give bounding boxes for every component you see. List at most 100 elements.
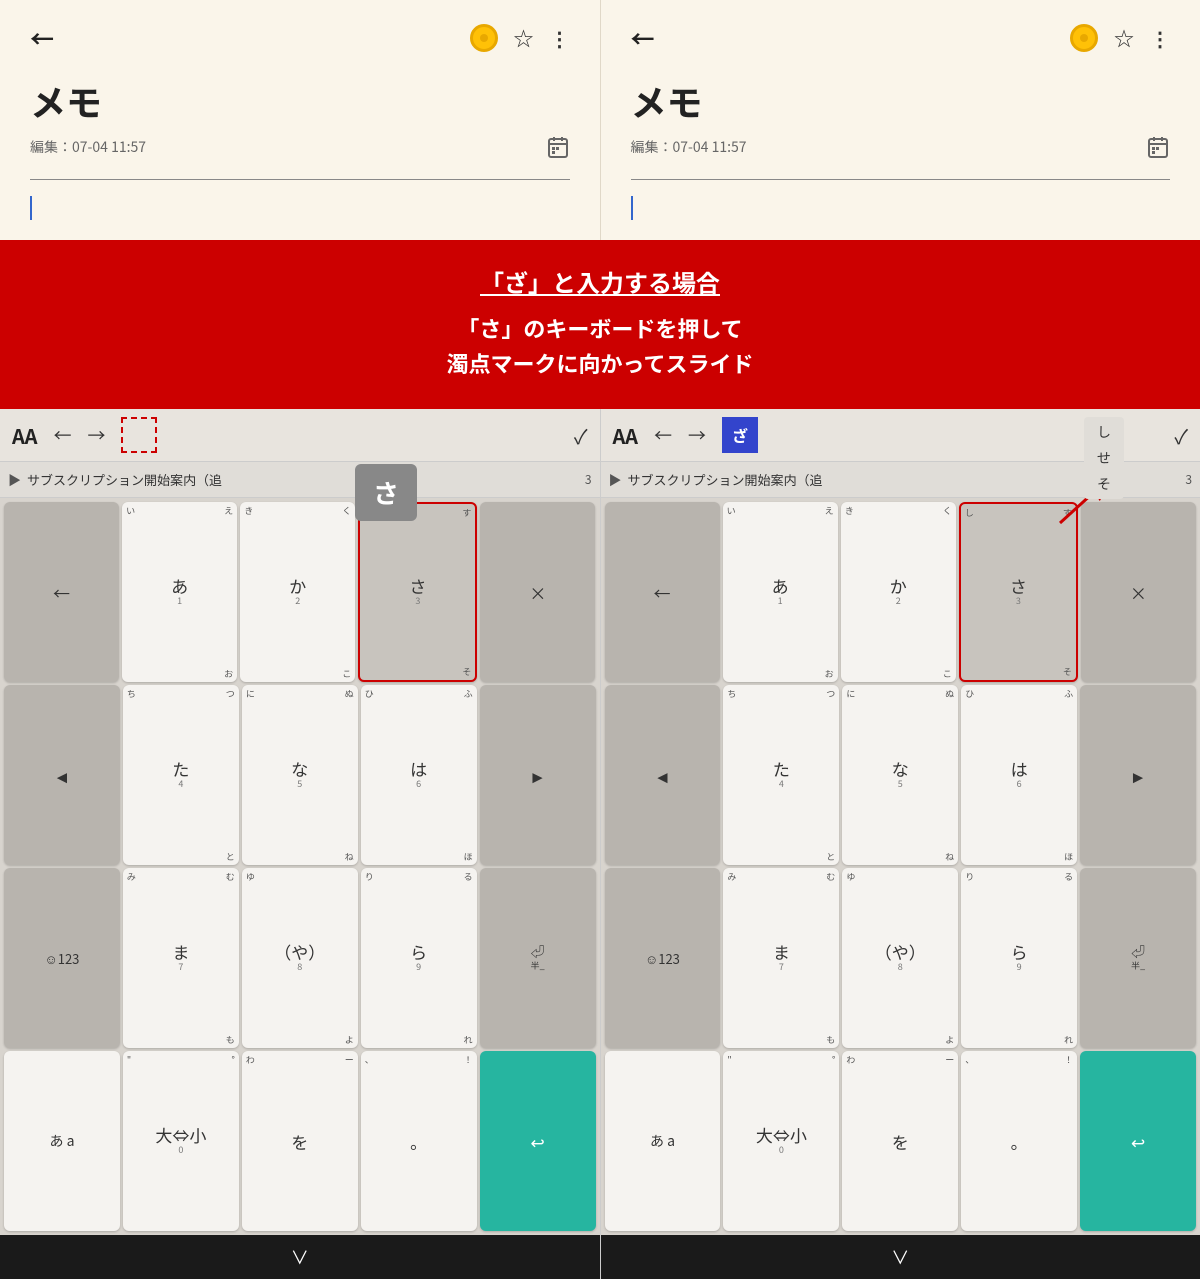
right-key-enter[interactable]: ↩ — [1080, 1051, 1196, 1231]
right-key-a[interactable]: い え あ お 1 — [723, 502, 838, 682]
right-key-emoji[interactable]: ☺123 — [605, 868, 721, 1048]
left-toolbar-undo[interactable]: ← — [53, 422, 71, 448]
left-key-left[interactable]: ◄ — [4, 685, 120, 865]
top-section: ← ☆ ⋮ メモ 編集：07-04 11:57 — [0, 0, 1200, 240]
right-key-ta[interactable]: ち つ た と 4 — [723, 685, 839, 865]
right-key-left[interactable]: ◄ — [605, 685, 721, 865]
right-pin-icon[interactable]: ☆ — [1114, 23, 1134, 52]
right-key-ha[interactable]: ひ ふ は ほ 6 — [961, 685, 1077, 865]
right-key-sa-shi: し — [965, 506, 974, 519]
left-key-period[interactable]: 、 ！ 。 — [361, 1051, 477, 1231]
right-key-right-label: ► — [1130, 767, 1147, 784]
right-key-period-main: 。 — [1011, 1133, 1028, 1150]
right-key-sa-num: 3 — [1016, 594, 1021, 607]
left-key-ma-num: 7 — [178, 960, 183, 973]
right-key-newline[interactable]: ⏎ 半_ — [1080, 868, 1196, 1048]
right-key-ma-main: ま — [773, 943, 790, 960]
right-key-na-num: 5 — [898, 777, 903, 790]
right-back-arrow[interactable]: ← — [631, 20, 655, 55]
right-key-left-label: ◄ — [654, 767, 671, 784]
left-circle-inner — [480, 34, 488, 42]
left-key-a[interactable]: い え あ お 1 — [122, 502, 237, 682]
right-key-backspace[interactable]: ← — [605, 502, 720, 682]
right-key-newline-label: ⏎ — [1131, 945, 1145, 959]
right-key-ma-mi: み — [727, 870, 736, 883]
left-key-ra-ri: り — [365, 870, 374, 883]
right-key-sa[interactable]: し す さ そ 3 — [959, 502, 1078, 682]
left-key-na[interactable]: に ぬ な ね 5 — [242, 685, 358, 865]
left-key-a-toggle[interactable]: あ a — [4, 1051, 120, 1231]
right-nav-chevron[interactable]: ∨ — [891, 1244, 909, 1270]
right-key-na[interactable]: に ぬ な ね 5 — [842, 685, 958, 865]
left-back-arrow[interactable]: ← — [30, 20, 54, 55]
left-key-ma-main: ま — [172, 943, 189, 960]
left-header: ← ☆ ⋮ — [30, 20, 570, 55]
left-key-newline[interactable]: ⏎ 半_ — [480, 868, 596, 1048]
right-key-ta-num: 4 — [779, 777, 784, 790]
right-key-wa[interactable]: わ ー を — [842, 1051, 958, 1231]
right-toolbar-redo[interactable]: → — [688, 422, 706, 448]
right-menu-icon[interactable]: ⋮ — [1150, 23, 1170, 52]
left-key-backspace[interactable]: ← — [4, 502, 119, 682]
right-key-ya-yu: ゆ — [846, 870, 855, 883]
right-key-a-toggle[interactable]: あ a — [605, 1051, 721, 1231]
left-key-enter-label: ↩ — [530, 1133, 544, 1150]
right-toolbar-aa[interactable]: AA — [613, 421, 638, 450]
right-key-dakuten[interactable]: " ° 大⇔小 0 — [723, 1051, 839, 1231]
left-key-ma[interactable]: み む ま も 7 — [123, 868, 239, 1048]
left-menu-icon[interactable]: ⋮ — [550, 23, 570, 52]
right-circle-inner — [1080, 34, 1088, 42]
left-key-ra-ro: れ — [464, 1033, 473, 1046]
right-key-na-nu: ぬ — [945, 687, 954, 700]
left-key-backspace-label: ← — [53, 584, 70, 601]
left-key-emoji[interactable]: ☺123 — [4, 868, 120, 1048]
left-key-dakuten[interactable]: " ° 大⇔小 0 — [123, 1051, 239, 1231]
left-key-wa[interactable]: わ ー を — [242, 1051, 358, 1231]
left-key-ha-hu: ふ — [464, 687, 473, 700]
right-toolbar-za-box[interactable]: ざ — [722, 417, 758, 453]
left-key-ra-ru: る — [464, 870, 473, 883]
left-nav-chevron[interactable]: ∨ — [291, 1244, 309, 1270]
right-key-dakuten-num: 0 — [779, 1143, 784, 1156]
left-toolbar-redo[interactable]: → — [87, 422, 105, 448]
left-key-ha[interactable]: ひ ふ は ほ 6 — [361, 685, 477, 865]
left-key-ka[interactable]: き く か こ 2 — [240, 502, 355, 682]
right-key-ya[interactable]: ゆ （や） よ 8 — [842, 868, 958, 1048]
left-key-ta-te: つ — [226, 687, 235, 700]
right-toolbar-za-label: ざ — [732, 423, 748, 447]
right-key-right[interactable]: ► — [1080, 685, 1196, 865]
right-memo-title: メモ — [631, 75, 1171, 127]
left-toolbar-aa[interactable]: AA — [12, 421, 37, 450]
right-key-enter-label: ↩ — [1131, 1133, 1145, 1150]
right-key-ra-num: 9 — [1017, 960, 1022, 973]
left-toolbar-dashed-box[interactable] — [121, 417, 157, 453]
left-key-ha-ho: ほ — [464, 850, 473, 863]
left-toolbar-check[interactable]: ✓ — [574, 421, 588, 450]
left-key-sa[interactable]: し す さ そ 3 — [358, 502, 477, 682]
right-key-delete[interactable]: × — [1081, 502, 1196, 682]
left-key-ra[interactable]: り る ら れ 9 — [361, 868, 477, 1048]
right-key-period[interactable]: 、 ！ 。 — [961, 1051, 1077, 1231]
right-key-dakuten-maru: ° — [832, 1053, 835, 1066]
left-pin-icon[interactable]: ☆ — [514, 23, 534, 52]
right-key-sa-so: そ — [1063, 665, 1072, 678]
right-key-ha-ho: ほ — [1064, 850, 1073, 863]
right-key-na-ni: に — [846, 687, 855, 700]
left-key-right[interactable]: ► — [480, 685, 596, 865]
left-key-ya-num: 8 — [297, 960, 302, 973]
right-toolbar-check[interactable]: ✓ — [1174, 421, 1188, 450]
right-key-ma[interactable]: み む ま も 7 — [723, 868, 839, 1048]
left-suggestion-bar[interactable]: ▶ サブスクリプション開始案内（追 3 — [0, 462, 600, 498]
left-key-ra-main: ら — [410, 943, 427, 960]
right-toolbar-undo[interactable]: ← — [654, 422, 672, 448]
left-key-enter[interactable]: ↩ — [480, 1051, 596, 1231]
left-key-delete[interactable]: × — [480, 502, 595, 682]
right-key-wa-main: を — [892, 1133, 909, 1150]
left-key-ta[interactable]: ち つ た と 4 — [123, 685, 239, 865]
right-key-ra[interactable]: り る ら れ 9 — [961, 868, 1077, 1048]
right-key-a-i: い — [727, 504, 736, 517]
left-key-row-2: ◄ ち つ た と 4 に ぬ な ね 5 ひ ふ — [4, 685, 596, 865]
left-key-ya[interactable]: ゆ （や） よ 8 — [242, 868, 358, 1048]
right-key-ka[interactable]: き く か こ 2 — [841, 502, 956, 682]
right-key-sa-su: す — [1063, 506, 1072, 519]
